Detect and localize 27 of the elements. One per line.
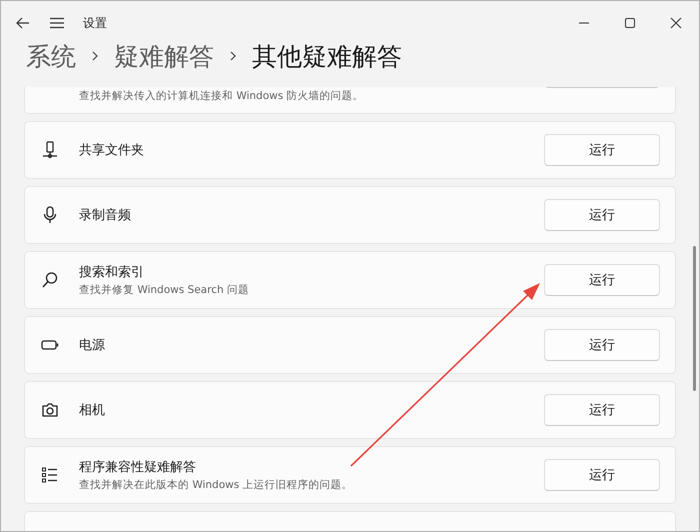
search-icon	[40, 270, 60, 290]
run-button[interactable]: 运行	[544, 459, 660, 491]
troubleshooter-title: 程序兼容性疑难解答	[79, 459, 197, 476]
chevron-icon	[90, 50, 100, 62]
troubleshooter-title: 电源	[79, 337, 106, 354]
troubleshooter-title: 共享文件夹	[79, 142, 145, 159]
run-button[interactable]: 运行	[544, 264, 660, 296]
chevron-icon	[228, 50, 238, 62]
troubleshooter-description: 查找并修复 Windows Search 问题	[79, 283, 250, 297]
breadcrumb-item: 其他疑难解答	[252, 40, 402, 72]
shared-folder-icon	[40, 140, 60, 160]
list-icon	[40, 465, 60, 485]
run-button[interactable]: 运行	[544, 199, 660, 231]
menu-icon[interactable]	[49, 15, 65, 31]
back-icon[interactable]	[15, 15, 31, 31]
troubleshooter-title: 相机	[79, 402, 106, 419]
run-button[interactable]: 运行	[544, 394, 660, 426]
scrollbar-thumb[interactable]	[693, 246, 696, 391]
breadcrumb-item[interactable]: 疑难解答	[114, 40, 214, 72]
run-button[interactable]: 运行	[544, 134, 660, 166]
troubleshooter-title: 搜索和索引	[79, 264, 145, 281]
breadcrumb-item[interactable]: 系统	[26, 40, 76, 72]
troubleshooter-title: 录制音频	[79, 207, 132, 224]
run-button[interactable]: 运行	[544, 329, 660, 361]
troubleshooter-description: 查找并解决在此版本的 Windows 上运行旧程序的问题。	[79, 478, 354, 492]
troubleshooter-description: 查找并解决传入的计算机连接和 Windows 防火墙的问题。	[79, 89, 365, 103]
window-title: 设置	[83, 14, 107, 32]
